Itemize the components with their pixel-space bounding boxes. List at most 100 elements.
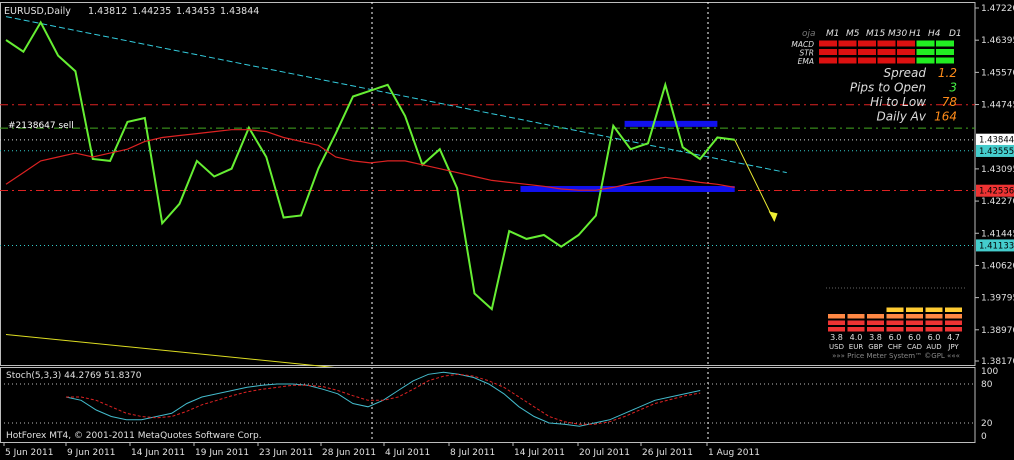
trendline-1 (5, 333, 336, 369)
zone-bar-1 (520, 185, 735, 192)
panel-cell-red (897, 40, 915, 47)
info-panel: oja M1 M5 M15 M30 H1 H4 D1MACDSTREMASpread 1.2Pi… (791, 29, 961, 124)
price-tick-label: 1.44745 (981, 101, 1014, 111)
meter-segment (886, 327, 904, 332)
meter-segment (847, 320, 865, 325)
meter-segment (867, 307, 884, 312)
date-tick-label: 5 Jun 2011 (5, 448, 53, 458)
ohlc-low: 1.43453 (176, 6, 215, 17)
price-tick-label: 1.46395 (981, 36, 1014, 46)
panel-cell-red (877, 57, 896, 64)
panel-cell-red (819, 40, 837, 47)
meter-segment (906, 314, 923, 319)
zone-bar-0 (624, 120, 718, 127)
series-price (5, 20, 735, 311)
meter-currency: CAD (907, 343, 922, 351)
panel-header-0: oja (802, 29, 816, 39)
mt4-chart: 100 80 20 0 1.47220 1.46395 1.45570 1.44745 1.4… (0, 2, 1014, 458)
meter-currency: EUR (849, 343, 864, 351)
price-tick-label: 1.41445 (981, 229, 1014, 239)
stat-label: Daily Av (877, 110, 927, 124)
date-tick-label: 23 Jun 2011 (259, 448, 313, 458)
meter-segment (925, 314, 943, 319)
meter-segment (886, 320, 904, 325)
panel-header-4: M30 (888, 29, 907, 39)
meter-currency: USD (829, 343, 844, 351)
panel-cell-red (897, 49, 915, 55)
stoch-main-line (65, 371, 701, 427)
order-annotation: #2138647 sell (8, 121, 74, 131)
meter-segment (906, 307, 923, 312)
meter-value: 3.8 (869, 333, 882, 342)
series-moving-average (5, 129, 735, 191)
stoch-title: Stoch(5,3,3) 44.2769 51.8370 (6, 371, 142, 381)
meter-segment (828, 314, 845, 319)
ohlc-high: 1.44235 (132, 6, 171, 17)
panel-cell-red (838, 40, 857, 47)
price-tick-label: 1.47220 (981, 4, 1014, 14)
date-tick-label: 20 Jul 2011 (579, 448, 630, 458)
meter-segment (906, 327, 923, 332)
date-tick-label: 1 Aug 2011 (708, 448, 760, 458)
panel-cell-red (877, 49, 896, 55)
meter-value: 3.8 (830, 333, 843, 342)
panel-cell-green (936, 49, 954, 55)
ohlc-close: 1.43844 (220, 6, 259, 17)
panel-cell-red (838, 49, 857, 55)
meter-value: 6.0 (908, 333, 921, 342)
stat-value: 3 (949, 81, 957, 95)
meter-segment (828, 307, 845, 312)
meter-value: 6.0 (928, 333, 941, 342)
date-tick-label: 4 Jul 2011 (385, 448, 430, 458)
panel-header-6: H4 (928, 29, 941, 39)
meter-currency: CHF (888, 343, 902, 351)
price-tick-label: 1.43095 (981, 165, 1014, 175)
meter-segment (925, 320, 943, 325)
panel-cell-green (936, 57, 954, 64)
price-tag-label: 1.42536 (979, 187, 1014, 197)
trendline-0 (5, 16, 787, 174)
panel-cell-green (936, 40, 954, 47)
panel-cell-red (858, 40, 876, 47)
price-tag-label: 1.41133 (979, 241, 1014, 251)
date-tick-label: 9 Jun 2011 (67, 448, 115, 458)
stoch-level-label: 100 (981, 367, 998, 377)
meter-segment (847, 327, 865, 332)
price-tick-label: 1.38970 (981, 326, 1014, 336)
meter-segment (945, 327, 962, 332)
meter-value: 4.7 (947, 333, 960, 342)
price-tick-label: 1.38170 (981, 357, 1014, 367)
panel-cell-red (897, 57, 915, 64)
meter-segment (886, 314, 904, 319)
stat-value: 1.2 (938, 66, 957, 80)
meter-segment (886, 307, 904, 312)
meter-segment (925, 307, 943, 312)
price-tag-label: 1.43844 (979, 136, 1014, 146)
meter-segment (945, 307, 962, 312)
meter-segment (847, 314, 865, 319)
meter-segment (847, 307, 865, 312)
panel-cell-green (916, 49, 935, 55)
stat-label: Pips to Open (850, 81, 926, 95)
stoch-level-label: 20 (981, 419, 993, 429)
panel-header-1: M1 (826, 29, 840, 39)
copyright: HotForex MT4, © 2001-2011 MetaQuotes Sof… (6, 431, 262, 441)
price-tick-label: 1.45570 (981, 68, 1014, 78)
date-tick-label: 8 Jul 2011 (450, 448, 495, 458)
stat-value: 78 (942, 95, 958, 109)
panel-header-7: D1 (949, 29, 962, 39)
stat-value: 164 (934, 110, 957, 124)
meter-currency: GBP (868, 343, 882, 351)
stat-label: Spread (883, 66, 926, 80)
arrow-head (768, 211, 778, 222)
date-tick-label: 28 Jun 2011 (322, 448, 376, 458)
panel-header-5: H1 (909, 29, 922, 39)
stoch-signal-line (66, 373, 701, 425)
price-tag-label: 1.43555 (979, 147, 1014, 157)
meter-value: 6.0 (889, 333, 902, 342)
meter-currency: AUD (926, 343, 941, 351)
panel-cell-green (916, 57, 935, 64)
meter-footer: »»» Price Meter System™ ©GPL ««« (832, 352, 960, 360)
stoch-level-label: 0 (981, 432, 987, 442)
panel-header-2: M5 (846, 29, 860, 39)
